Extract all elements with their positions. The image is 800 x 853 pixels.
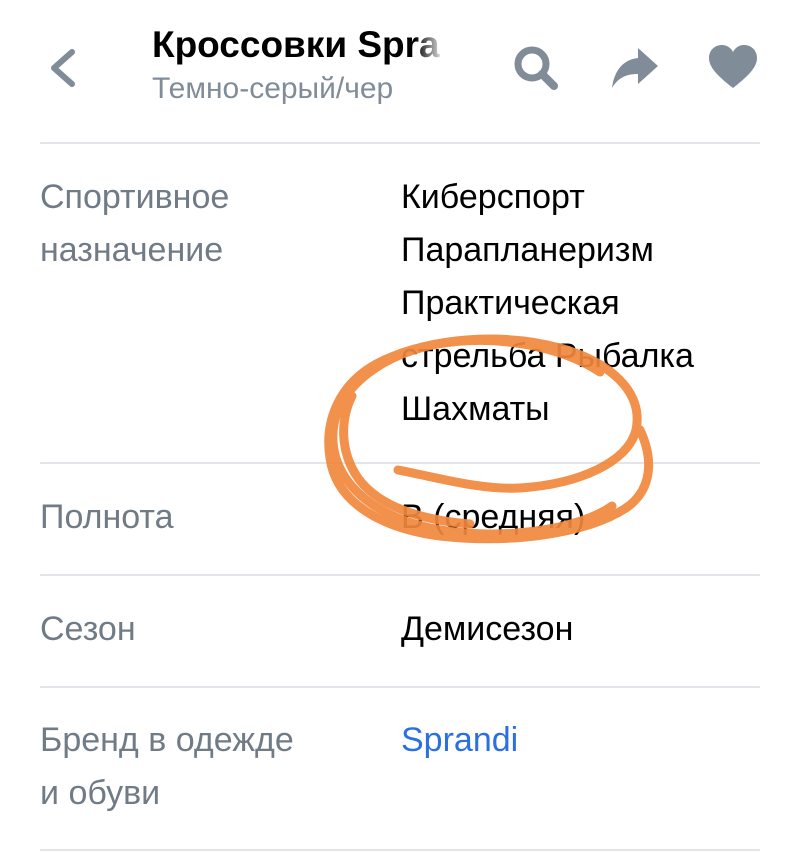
product-subtitle: Темно-серый/чер — [152, 72, 394, 105]
heart-icon — [709, 45, 757, 88]
chevron-left-icon — [51, 49, 75, 87]
title-fade — [415, 24, 445, 108]
divider — [40, 686, 760, 688]
share-button[interactable] — [608, 42, 660, 94]
attribute-label: Спортивное назначение — [40, 171, 380, 277]
label-line: Бренд в одежде — [40, 721, 294, 759]
label-line: Полнота — [40, 498, 174, 536]
value-line: В (средняя) — [401, 498, 586, 536]
label-line: назначение — [40, 231, 224, 269]
attribute-value: Киберспорт Парапланеризм Практическая ст… — [401, 171, 791, 436]
title-block: Кроссовки Spra Темно-серый/чер — [152, 24, 445, 108]
label-line: Спортивное — [40, 178, 230, 216]
product-title: Кроссовки Spra — [152, 24, 440, 65]
attribute-value: В (средняя) — [401, 491, 791, 544]
value-line: стрельба Рыбалка — [401, 337, 694, 375]
search-icon — [514, 46, 558, 90]
divider — [40, 462, 760, 464]
attribute-value: Демисезон — [401, 603, 791, 656]
search-button[interactable] — [510, 42, 562, 94]
share-arrow-icon — [612, 48, 658, 88]
attribute-label: Полнота — [40, 491, 380, 544]
attribute-label: Сезон — [40, 603, 380, 656]
value-line: Шахматы — [401, 390, 550, 428]
attribute-label: Бренд в одежде и обуви — [40, 714, 380, 820]
divider — [40, 849, 760, 851]
label-line: и обуви — [40, 774, 161, 812]
value-line: Демисезон — [401, 610, 574, 648]
divider — [40, 142, 760, 144]
product-details-screen: Кроссовки Spra Темно-серый/чер Спортивно… — [0, 0, 800, 853]
attribute-value: Sprandi — [401, 714, 791, 767]
back-button[interactable] — [44, 44, 84, 92]
top-bar: Кроссовки Spra Темно-серый/чер — [0, 0, 800, 143]
divider — [40, 574, 760, 576]
value-line: Киберспорт — [401, 178, 585, 216]
brand-link[interactable]: Sprandi — [401, 714, 791, 767]
label-line: Сезон — [40, 610, 136, 648]
value-line: Практическая — [401, 284, 620, 322]
value-line: Парапланеризм — [401, 231, 654, 269]
like-button[interactable] — [707, 42, 759, 94]
